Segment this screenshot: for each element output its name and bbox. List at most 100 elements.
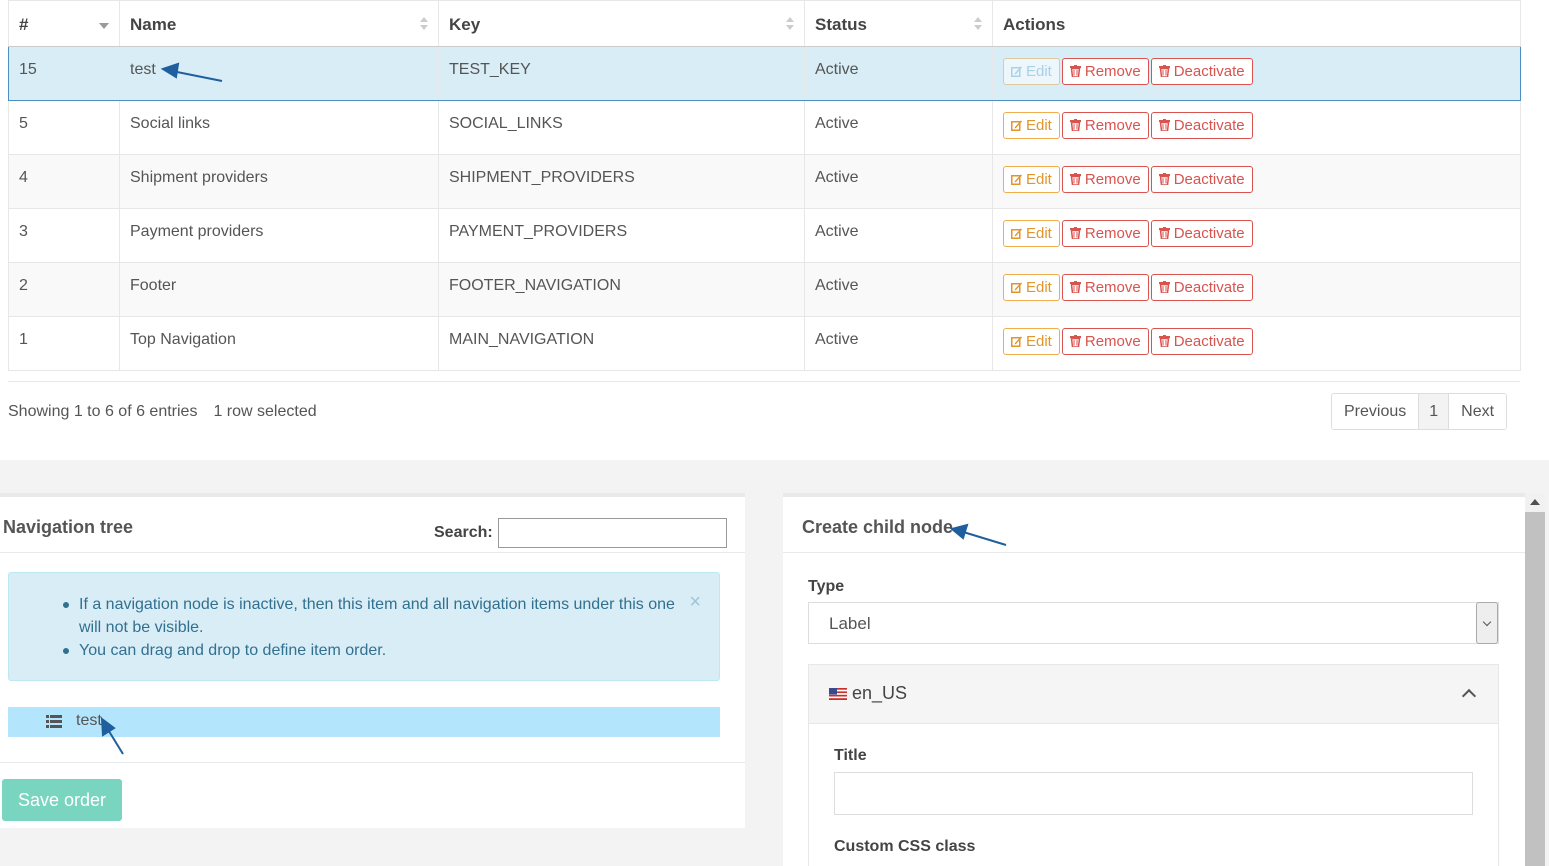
trash-icon [1158, 225, 1174, 242]
locale-section: en_US Title Custom CSS class [808, 664, 1499, 866]
remove-button[interactable]: Remove [1061, 220, 1149, 247]
cell-name: test [119, 46, 439, 101]
sort-desc-icon [99, 23, 109, 29]
table-row[interactable]: 2 Footer FOOTER_NAVIGATION Active Edit Remove… [8, 262, 1521, 317]
remove-button[interactable]: Remove [1061, 328, 1149, 355]
trash-icon [1069, 225, 1085, 242]
locale-label: en_US [852, 683, 908, 703]
trash-icon [1158, 279, 1174, 296]
column-header-key[interactable]: Key [438, 0, 805, 47]
title-input[interactable] [834, 772, 1473, 815]
edit-icon [1011, 117, 1026, 134]
chevron-down-icon [1476, 602, 1498, 644]
cell-actions: Edit Remove Deactivate [992, 100, 1521, 155]
trash-icon [1069, 63, 1085, 80]
cell-status: Active [804, 208, 993, 263]
cell-actions: Edit Remove Deactivate [992, 46, 1521, 101]
column-header-id[interactable]: # [8, 0, 120, 47]
cell-key: TEST_KEY [438, 46, 805, 101]
chevron-up-icon[interactable] [1461, 688, 1477, 704]
table-row[interactable]: 5 Social links SOCIAL_LINKS Active Edit Remov… [8, 100, 1521, 155]
remove-button[interactable]: Remove [1061, 274, 1149, 301]
cell-name: Payment providers [119, 208, 439, 263]
sort-icon [420, 17, 428, 31]
cell-actions: Edit Remove Deactivate [992, 154, 1521, 209]
trash-icon [1069, 279, 1085, 296]
trash-icon [1158, 63, 1174, 80]
remove-button[interactable]: Remove [1061, 166, 1149, 193]
table-info: Showing 1 to 6 of 6 entries 1 row selecte… [8, 403, 317, 421]
column-header-name[interactable]: Name [119, 0, 439, 47]
deactivate-button[interactable]: Deactivate [1150, 166, 1253, 193]
edit-button[interactable]: Edit [1003, 220, 1060, 247]
cell-id: 4 [8, 154, 120, 209]
locale-header[interactable]: en_US [809, 665, 1498, 724]
type-select[interactable]: Label [808, 602, 1499, 644]
trash-icon [1069, 117, 1085, 134]
css-class-label: Custom CSS class [834, 838, 976, 855]
table-row[interactable]: 3 Payment providers PAYMENT_PROVIDERS Activ… [8, 208, 1521, 263]
sort-icon [786, 17, 794, 31]
scroll-up-icon[interactable] [1530, 499, 1540, 505]
panel-title: Create child node [802, 517, 954, 537]
cell-actions: Edit Remove Deactivate [992, 316, 1521, 371]
deactivate-button[interactable]: Deactivate [1150, 58, 1253, 85]
panel-header: Create child node [783, 497, 1525, 553]
info-alert: If a navigation node is inactive, then t… [8, 572, 720, 681]
alert-item: You can drag and drop to define item ord… [63, 639, 679, 662]
edit-icon [1011, 63, 1026, 80]
trash-icon [1069, 171, 1085, 188]
create-child-node-panel: Create child node Type Label en_US Title… [783, 493, 1525, 866]
deactivate-button[interactable]: Deactivate [1150, 220, 1253, 247]
cell-key: MAIN_NAVIGATION [438, 316, 805, 371]
cell-name: Footer [119, 262, 439, 317]
deactivate-button[interactable]: Deactivate [1150, 274, 1253, 301]
cell-status: Active [804, 154, 993, 209]
cell-id: 5 [8, 100, 120, 155]
save-order-button[interactable]: Save order [2, 779, 122, 821]
trash-icon [1158, 171, 1174, 188]
remove-button[interactable]: Remove [1061, 58, 1149, 85]
sort-icon [974, 17, 982, 31]
edit-icon [1011, 171, 1026, 188]
cell-status: Active [804, 262, 993, 317]
navigation-table: # Name Key Status Actions 1 5 test TEST_KEY… [8, 0, 1521, 371]
table-row[interactable]: 1 Top Navigation MAIN_NAVIGATION Active Edit… [8, 316, 1521, 371]
page-1-button[interactable]: 1 [1419, 394, 1450, 429]
table-row[interactable]: 15 test TEST_KEY Active Edit Remove Deactivate [8, 46, 1521, 101]
edit-button[interactable]: Edit [1003, 112, 1060, 139]
selection-info: 1 row selected [213, 403, 317, 420]
cell-status: Active [804, 100, 993, 155]
type-select-value: Label [829, 614, 871, 633]
tree-node[interactable]: test [8, 707, 720, 737]
type-label: Type [808, 578, 845, 595]
next-page-button[interactable]: Next [1449, 394, 1507, 429]
column-header-status[interactable]: Status [804, 0, 993, 47]
cell-status: Active [804, 316, 993, 371]
column-header-actions: Actions [992, 0, 1521, 47]
table-header-row: # Name Key Status Actions [8, 0, 1521, 47]
search-input[interactable] [498, 518, 727, 548]
remove-button[interactable]: Remove [1061, 112, 1149, 139]
divider [8, 381, 1520, 382]
table-row[interactable]: 4 Shipment providers SHIPMENT_PROVIDERS Act… [8, 154, 1521, 209]
cell-status: Active [804, 46, 993, 101]
cell-id: 3 [8, 208, 120, 263]
cell-id: 1 [8, 316, 120, 371]
edit-icon [1011, 333, 1026, 350]
scrollbar-thumb[interactable] [1525, 512, 1545, 866]
edit-button[interactable]: Edit [1003, 328, 1060, 355]
edit-button[interactable]: Edit [1003, 274, 1060, 301]
edit-button[interactable]: Edit [1003, 58, 1060, 85]
alert-item: If a navigation node is inactive, then t… [63, 593, 679, 639]
deactivate-button[interactable]: Deactivate [1150, 112, 1253, 139]
edit-button[interactable]: Edit [1003, 166, 1060, 193]
entries-info: Showing 1 to 6 of 6 entries [8, 403, 198, 420]
cell-name: Social links [119, 100, 439, 155]
close-icon[interactable]: × [689, 591, 701, 614]
tree-node-label: test [76, 712, 102, 729]
previous-page-button[interactable]: Previous [1332, 394, 1420, 429]
navigation-list-panel: # Name Key Status Actions 1 5 test TEST_KEY… [0, 0, 1549, 460]
deactivate-button[interactable]: Deactivate [1150, 328, 1253, 355]
panel-title: Navigation tree [3, 517, 134, 537]
